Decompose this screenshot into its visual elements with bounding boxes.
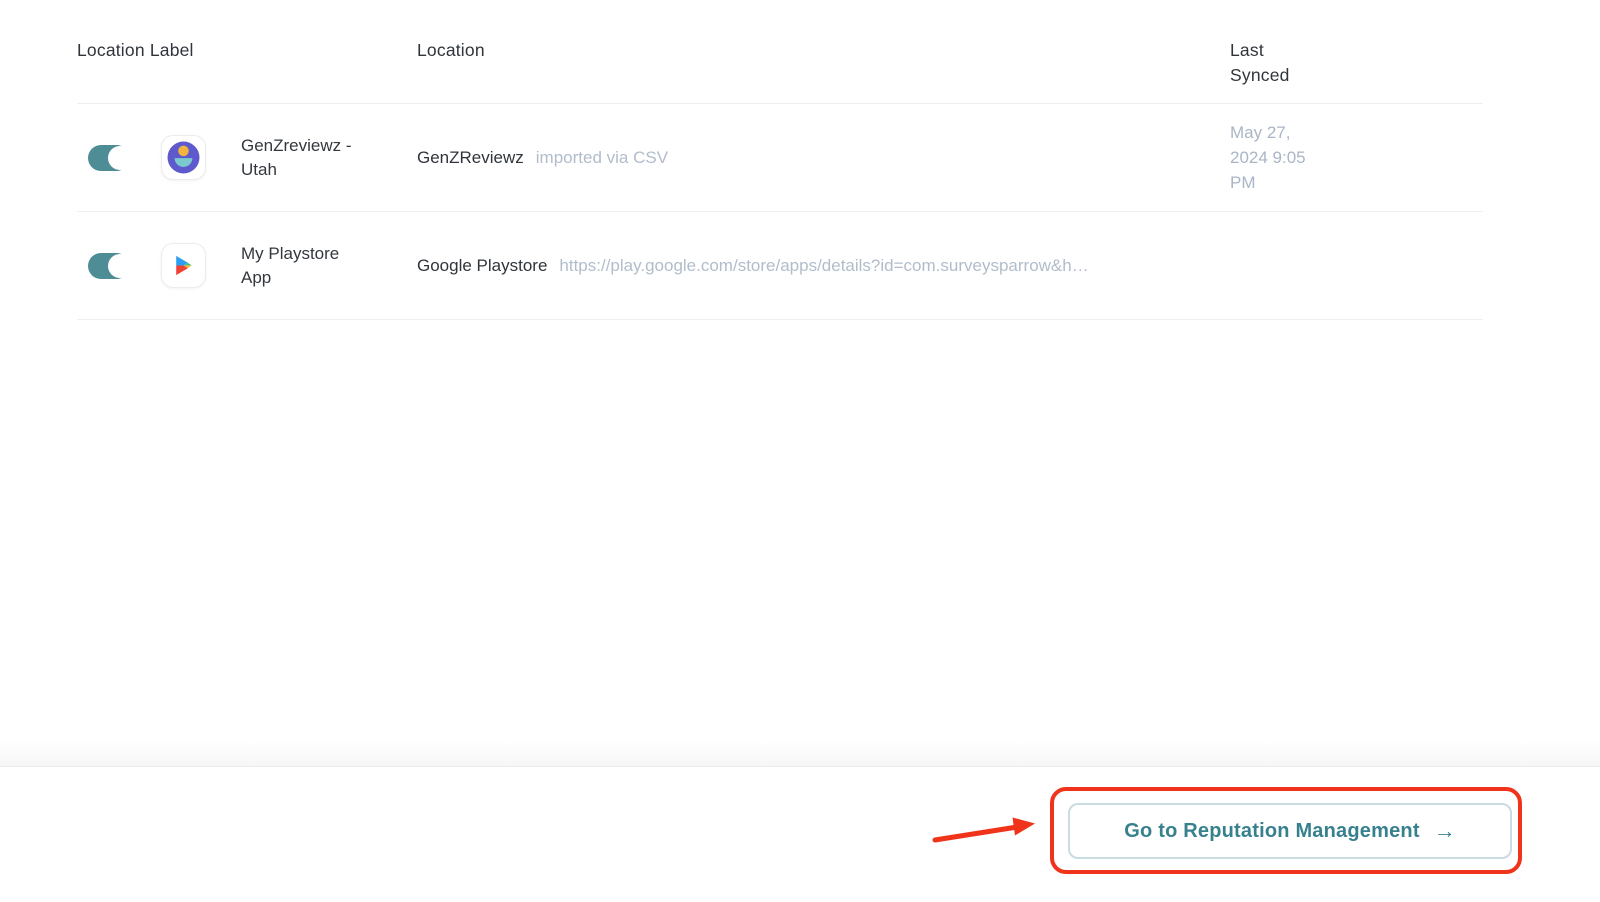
location-cell: GenZReviewz imported via CSV xyxy=(417,148,1230,168)
location-name: Google Playstore xyxy=(417,256,547,276)
location-detail: https://play.google.com/store/apps/detai… xyxy=(559,256,1088,276)
google-playstore-icon xyxy=(161,243,206,288)
genzreviewz-avatar-icon xyxy=(161,135,206,180)
icon-cell xyxy=(161,135,241,180)
header-last-synced: Last Synced xyxy=(1230,0,1308,88)
icon-cell xyxy=(161,243,241,288)
header-location: Location xyxy=(417,0,1230,63)
toggle-knob xyxy=(108,146,132,170)
location-detail: imported via CSV xyxy=(536,148,668,168)
location-enabled-toggle[interactable] xyxy=(88,145,126,171)
location-enabled-toggle[interactable] xyxy=(88,253,126,279)
location-cell: Google Playstore https://play.google.com… xyxy=(417,256,1230,276)
go-to-reputation-management-button[interactable]: Go to Reputation Management → xyxy=(1068,803,1512,859)
table-row: My Playstore App Google Playstore https:… xyxy=(77,212,1483,320)
toggle-cell xyxy=(77,145,161,171)
right-arrow-icon: → xyxy=(1434,818,1456,844)
toggle-knob xyxy=(108,254,132,278)
location-label-text: My Playstore App xyxy=(241,242,371,290)
table-row: GenZreviewz - Utah GenZReviewz imported … xyxy=(77,104,1483,212)
header-location-label: Location Label xyxy=(77,0,417,63)
location-label-text: GenZreviewz - Utah xyxy=(241,134,371,182)
location-name: GenZReviewz xyxy=(417,148,524,168)
integrations-locations-screen: Location Label Location Last Synced xyxy=(0,0,1600,902)
locations-table: Location Label Location Last Synced xyxy=(77,0,1483,320)
last-synced-value: May 27, 2024 9:05 PM xyxy=(1230,120,1314,195)
footer-shadow xyxy=(0,740,1600,766)
toggle-cell xyxy=(77,253,161,279)
table-header-row: Location Label Location Last Synced xyxy=(77,0,1483,104)
cta-button-label: Go to Reputation Management xyxy=(1124,820,1419,843)
